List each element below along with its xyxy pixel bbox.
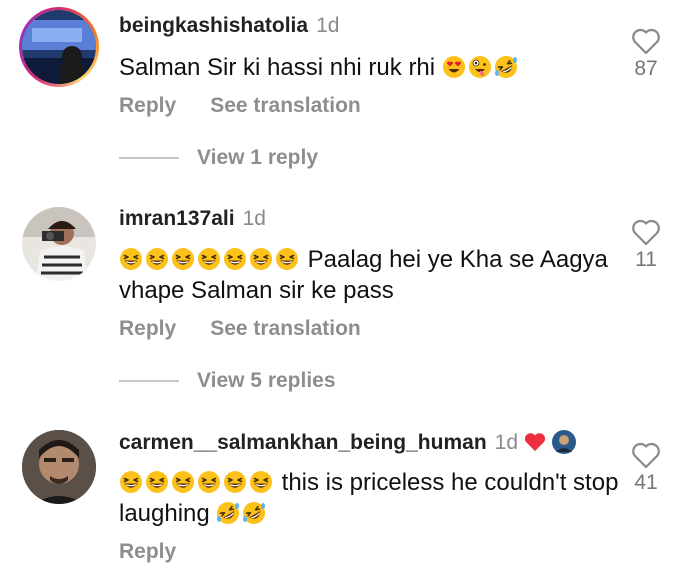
comment-time: 1d xyxy=(494,431,519,454)
view-replies-button[interactable]: View 5 replies xyxy=(119,369,336,393)
replies-divider xyxy=(119,157,179,160)
red-heart-icon xyxy=(524,433,546,451)
comment-username[interactable]: beingkashishatolia xyxy=(119,14,308,37)
like-count: 11 xyxy=(635,248,657,271)
replies-divider xyxy=(119,380,179,383)
creator-liked-avatar xyxy=(552,430,577,454)
grinning-squint-emoji xyxy=(275,247,299,271)
comment-text: Paalag hei ye Kha se Aagya vhape Salman … xyxy=(119,246,608,304)
grinning-squint-emoji xyxy=(197,470,221,494)
like-button[interactable]: 41 xyxy=(624,441,668,495)
avatar[interactable] xyxy=(22,207,96,281)
avatar[interactable] xyxy=(22,430,96,504)
like-button[interactable]: 11 xyxy=(624,218,668,272)
grinning-squint-emoji xyxy=(223,470,247,494)
comment-time: 1d xyxy=(316,14,340,37)
reply-button[interactable]: Reply xyxy=(119,317,176,340)
grinning-squint-emoji xyxy=(249,247,273,271)
see-translation-button[interactable]: See translation xyxy=(210,317,361,340)
heart-outline-icon xyxy=(632,442,660,469)
reply-button[interactable]: Reply xyxy=(119,540,176,563)
see-translation-button[interactable]: See translation xyxy=(210,94,361,117)
grinning-squint-emoji xyxy=(171,247,195,271)
avatar[interactable] xyxy=(22,10,96,84)
view-replies-button[interactable]: View 1 reply xyxy=(119,146,318,170)
comment-username[interactable]: imran137ali xyxy=(119,207,235,230)
heart-outline-icon xyxy=(632,28,660,55)
comment-username[interactable]: carmen__salmankhan_being_human xyxy=(119,431,487,454)
comment-time: 1d xyxy=(242,207,266,230)
grinning-squint-emoji xyxy=(145,470,169,494)
like-button[interactable]: 87 xyxy=(624,27,668,81)
grinning-squint-emoji xyxy=(249,470,273,494)
zany-face-emoji xyxy=(468,55,492,79)
like-count: 87 xyxy=(634,57,658,80)
grinning-squint-emoji xyxy=(145,247,169,271)
comment-text: Salman Sir ki hassi nhi ruk rhi xyxy=(119,52,619,83)
heart-eyes-emoji xyxy=(442,55,466,79)
rolling-laughing-emoji xyxy=(216,501,240,525)
rolling-laughing-emoji xyxy=(494,55,518,79)
grinning-squint-emoji xyxy=(171,470,195,494)
grinning-squint-emoji xyxy=(119,247,143,271)
reply-button[interactable]: Reply xyxy=(119,94,176,117)
grinning-squint-emoji xyxy=(119,470,143,494)
grinning-squint-emoji xyxy=(223,247,247,271)
heart-outline-icon xyxy=(632,219,660,246)
comment-text: this is priceless he couldn't stop laugh… xyxy=(119,469,619,527)
grinning-squint-emoji xyxy=(197,247,221,271)
like-count: 41 xyxy=(634,471,658,494)
rolling-laughing-emoji xyxy=(242,501,266,525)
